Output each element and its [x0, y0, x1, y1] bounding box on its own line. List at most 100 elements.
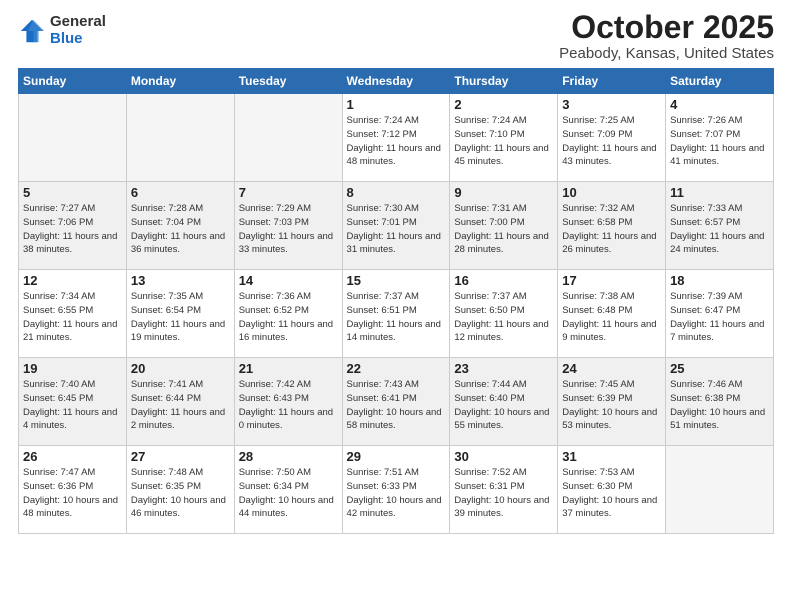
table-row [126, 94, 234, 182]
day-number: 22 [347, 361, 446, 376]
day-number: 16 [454, 273, 553, 288]
title-block: October 2025 Peabody, Kansas, United Sta… [559, 10, 774, 62]
calendar-table: Sunday Monday Tuesday Wednesday Thursday… [18, 68, 774, 534]
col-wednesday: Wednesday [342, 69, 450, 94]
day-number: 3 [562, 97, 661, 112]
calendar-week-row: 19Sunrise: 7:40 AMSunset: 6:45 PMDayligh… [19, 358, 774, 446]
table-row: 6 Sunrise: 7:28 AMSunset: 7:04 PMDaylight… [126, 182, 234, 270]
table-row: 12 Sunrise: 7:34 AMSunset: 6:55 PMDayligh… [19, 270, 127, 358]
day-number: 30 [454, 449, 553, 464]
location: Peabody, Kansas, United States [559, 45, 774, 62]
table-row: 7 Sunrise: 7:29 AMSunset: 7:03 PMDaylight… [234, 182, 342, 270]
day-number: 28 [239, 449, 338, 464]
table-row: 13 Sunrise: 7:35 AMSunset: 6:54 PMDayligh… [126, 270, 234, 358]
table-row: 8Sunrise: 7:30 AMSunset: 7:01 PMDaylight… [342, 182, 450, 270]
table-row [666, 446, 774, 534]
day-info: Sunrise: 7:29 AMSunset: 7:03 PMDaylight:… [239, 202, 338, 257]
day-info: Sunrise: 7:50 AMSunset: 6:34 PMDaylight:… [239, 466, 338, 521]
logo-text: General Blue [50, 14, 106, 47]
day-number: 23 [454, 361, 553, 376]
day-number: 25 [670, 361, 769, 376]
day-info: Sunrise: 7:42 AMSunset: 6:43 PMDaylight:… [239, 378, 338, 433]
table-row: 19Sunrise: 7:40 AMSunset: 6:45 PMDayligh… [19, 358, 127, 446]
day-info: Sunrise: 7:44 AMSunset: 6:40 PMDaylight:… [454, 378, 553, 433]
table-row: 23 Sunrise: 7:44 AMSunset: 6:40 PMDayligh… [450, 358, 558, 446]
col-friday: Friday [558, 69, 666, 94]
day-number: 1 [347, 97, 446, 112]
table-row: 16Sunrise: 7:37 AMSunset: 6:50 PMDayligh… [450, 270, 558, 358]
day-info: Sunrise: 7:34 AMSunset: 6:55 PMDaylight:… [23, 290, 122, 345]
table-row: 27Sunrise: 7:48 AMSunset: 6:35 PMDayligh… [126, 446, 234, 534]
day-number: 6 [131, 185, 230, 200]
day-info: Sunrise: 7:25 AMSunset: 7:09 PMDaylight:… [562, 114, 661, 169]
day-info: Sunrise: 7:48 AMSunset: 6:35 PMDaylight:… [131, 466, 230, 521]
table-row: 18Sunrise: 7:39 AMSunset: 6:47 PMDayligh… [666, 270, 774, 358]
table-row: 14 Sunrise: 7:36 AMSunset: 6:52 PMDayligh… [234, 270, 342, 358]
col-saturday: Saturday [666, 69, 774, 94]
day-info: Sunrise: 7:40 AMSunset: 6:45 PMDaylight:… [23, 378, 122, 433]
table-row: 1Sunrise: 7:24 AMSunset: 7:12 PMDaylight… [342, 94, 450, 182]
day-number: 10 [562, 185, 661, 200]
table-row: 11 Sunrise: 7:33 AMSunset: 6:57 PMDayligh… [666, 182, 774, 270]
day-info: Sunrise: 7:24 AMSunset: 7:10 PMDaylight:… [454, 114, 553, 169]
day-info: Sunrise: 7:43 AMSunset: 6:41 PMDaylight:… [347, 378, 446, 433]
day-number: 18 [670, 273, 769, 288]
month-title: October 2025 [559, 10, 774, 45]
day-number: 5 [23, 185, 122, 200]
day-number: 24 [562, 361, 661, 376]
calendar-week-row: 5 Sunrise: 7:27 AMSunset: 7:06 PMDaylight… [19, 182, 774, 270]
day-info: Sunrise: 7:36 AMSunset: 6:52 PMDaylight:… [239, 290, 338, 345]
col-sunday: Sunday [19, 69, 127, 94]
table-row: 15Sunrise: 7:37 AMSunset: 6:51 PMDayligh… [342, 270, 450, 358]
table-row: 2 Sunrise: 7:24 AMSunset: 7:10 PMDaylight… [450, 94, 558, 182]
header: General Blue October 2025 Peabody, Kansa… [18, 10, 774, 62]
day-info: Sunrise: 7:26 AMSunset: 7:07 PMDaylight:… [670, 114, 769, 169]
table-row: 26Sunrise: 7:47 AMSunset: 6:36 PMDayligh… [19, 446, 127, 534]
day-info: Sunrise: 7:27 AMSunset: 7:06 PMDaylight:… [23, 202, 122, 257]
day-number: 7 [239, 185, 338, 200]
table-row [234, 94, 342, 182]
day-number: 12 [23, 273, 122, 288]
day-info: Sunrise: 7:33 AMSunset: 6:57 PMDaylight:… [670, 202, 769, 257]
day-number: 29 [347, 449, 446, 464]
calendar-week-row: 1Sunrise: 7:24 AMSunset: 7:12 PMDaylight… [19, 94, 774, 182]
table-row: 5 Sunrise: 7:27 AMSunset: 7:06 PMDaylight… [19, 182, 127, 270]
day-info: Sunrise: 7:30 AMSunset: 7:01 PMDaylight:… [347, 202, 446, 257]
day-info: Sunrise: 7:28 AMSunset: 7:04 PMDaylight:… [131, 202, 230, 257]
table-row: 20Sunrise: 7:41 AMSunset: 6:44 PMDayligh… [126, 358, 234, 446]
table-row: 28 Sunrise: 7:50 AMSunset: 6:34 PMDayligh… [234, 446, 342, 534]
day-number: 2 [454, 97, 553, 112]
table-row: 10 Sunrise: 7:32 AMSunset: 6:58 PMDayligh… [558, 182, 666, 270]
day-info: Sunrise: 7:35 AMSunset: 6:54 PMDaylight:… [131, 290, 230, 345]
day-number: 26 [23, 449, 122, 464]
day-number: 11 [670, 185, 769, 200]
day-number: 14 [239, 273, 338, 288]
day-number: 17 [562, 273, 661, 288]
table-row: 22 Sunrise: 7:43 AMSunset: 6:41 PMDayligh… [342, 358, 450, 446]
day-info: Sunrise: 7:32 AMSunset: 6:58 PMDaylight:… [562, 202, 661, 257]
day-info: Sunrise: 7:45 AMSunset: 6:39 PMDaylight:… [562, 378, 661, 433]
day-info: Sunrise: 7:38 AMSunset: 6:48 PMDaylight:… [562, 290, 661, 345]
table-row: 25Sunrise: 7:46 AMSunset: 6:38 PMDayligh… [666, 358, 774, 446]
table-row: 4 Sunrise: 7:26 AMSunset: 7:07 PMDaylight… [666, 94, 774, 182]
page: General Blue October 2025 Peabody, Kansa… [0, 0, 792, 612]
day-info: Sunrise: 7:31 AMSunset: 7:00 PMDaylight:… [454, 202, 553, 257]
day-info: Sunrise: 7:53 AMSunset: 6:30 PMDaylight:… [562, 466, 661, 521]
calendar-header-row: Sunday Monday Tuesday Wednesday Thursday… [19, 69, 774, 94]
table-row: 17 Sunrise: 7:38 AMSunset: 6:48 PMDayligh… [558, 270, 666, 358]
table-row [19, 94, 127, 182]
table-row: 9Sunrise: 7:31 AMSunset: 7:00 PMDaylight… [450, 182, 558, 270]
table-row: 21Sunrise: 7:42 AMSunset: 6:43 PMDayligh… [234, 358, 342, 446]
day-number: 20 [131, 361, 230, 376]
day-number: 31 [562, 449, 661, 464]
day-number: 4 [670, 97, 769, 112]
day-info: Sunrise: 7:52 AMSunset: 6:31 PMDaylight:… [454, 466, 553, 521]
day-number: 13 [131, 273, 230, 288]
col-monday: Monday [126, 69, 234, 94]
logo-general-text: General [50, 14, 106, 31]
table-row: 29 Sunrise: 7:51 AMSunset: 6:33 PMDayligh… [342, 446, 450, 534]
day-info: Sunrise: 7:51 AMSunset: 6:33 PMDaylight:… [347, 466, 446, 521]
col-tuesday: Tuesday [234, 69, 342, 94]
col-thursday: Thursday [450, 69, 558, 94]
table-row: 30 Sunrise: 7:52 AMSunset: 6:31 PMDayligh… [450, 446, 558, 534]
